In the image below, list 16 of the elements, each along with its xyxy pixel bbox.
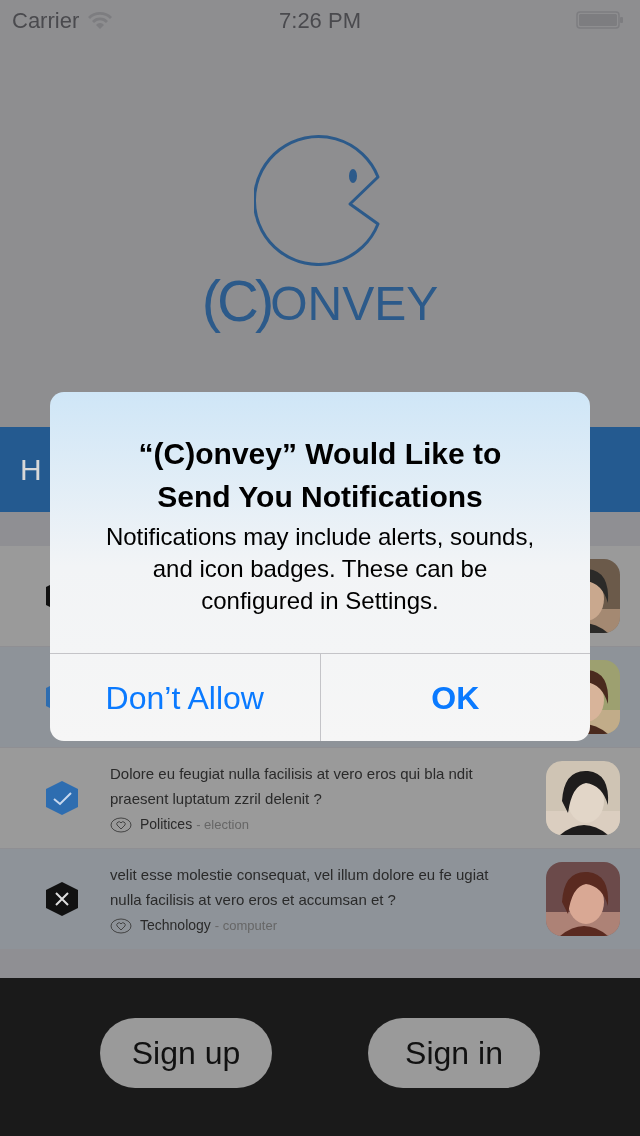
cross-hexagon-icon[interactable] <box>44 881 80 917</box>
logo-wordmark: ONVEY <box>270 280 439 328</box>
question-text: velit esse molestie consequat, vel illum dolore eu fe ugiat nulla facilisis at vero eros et accumsan et ? <box>110 865 490 910</box>
auth-button[interactable]: Sign in <box>368 1018 540 1088</box>
auth-button[interactable]: Sign up <box>100 1018 272 1088</box>
category-label: Technology <box>140 916 211 935</box>
status-time: 7:26 PM <box>279 6 361 35</box>
question-text: Dolore eu feugiat nulla facilisis at vero eros qui bla ndit praesent luptatum zzril delenit ? <box>110 764 474 809</box>
category-label: Politices <box>140 815 193 834</box>
carrier-name: Carrier <box>12 6 80 35</box>
alert-title: “(C)onvey” Would Like to Send You Notifications <box>137 436 503 515</box>
alert-message: Notifications may include alerts, sounds, and icon badges. These can be configured in Settings. <box>104 522 536 616</box>
check-hexagon-icon[interactable] <box>44 780 80 816</box>
alert-button[interactable]: Don’t Allow <box>50 654 320 741</box>
alert-button[interactable]: OK <box>319 654 590 741</box>
header-title: H <box>20 452 42 488</box>
